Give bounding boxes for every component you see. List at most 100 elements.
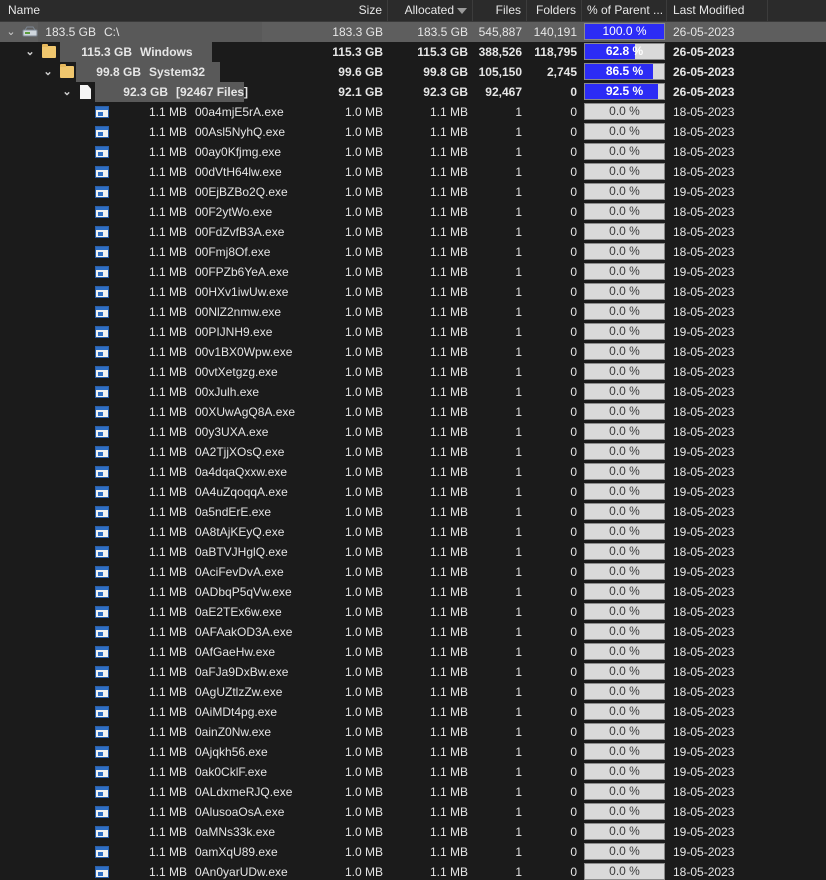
file-row[interactable]: 1.1 MB 00HXv1iwUw.exe 1.0 MB 1.1 MB 1 0 0.0 % 1… — [0, 282, 826, 302]
node-label: 115.3 GB Windows — [60, 42, 212, 62]
exe-icon — [95, 826, 109, 838]
pct-bar-text: 0.0 % — [609, 644, 640, 658]
file-row[interactable]: 1.1 MB 00a4mjE5rA.exe 1.0 MB 1.1 MB 1 0 0.0 % 1… — [0, 102, 826, 122]
column-header-folders[interactable]: Folders — [527, 0, 582, 21]
files-cell: 1 — [515, 425, 522, 439]
column-header-files[interactable]: Files — [473, 0, 527, 21]
folder-icon — [42, 44, 56, 58]
file-row[interactable]: 1.1 MB 0AfGaeHw.exe 1.0 MB 1.1 MB 1 0 0.0 % 18-… — [0, 642, 826, 662]
file-row[interactable]: 1.1 MB 00PIJNH9.exe 1.0 MB 1.1 MB 1 0 0.0 % 19-… — [0, 322, 826, 342]
file-row[interactable]: 1.1 MB 0A2TjjXOsQ.exe 1.0 MB 1.1 MB 1 0 0.0 % 1… — [0, 442, 826, 462]
column-header-size[interactable]: Size — [262, 0, 388, 21]
column-header-allocated[interactable]: Allocated — [388, 0, 473, 21]
size-cell: 1.0 MB — [344, 225, 383, 239]
folders-cell: 0 — [570, 565, 577, 579]
file-row[interactable]: 1.1 MB 00xJulh.exe 1.0 MB 1.1 MB 1 0 0.0 % 18-0… — [0, 382, 826, 402]
pct-of-parent-bar: 0.0 % — [584, 503, 665, 520]
file-row[interactable]: 1.1 MB 0a4dqaQxxw.exe 1.0 MB 1.1 MB 1 0 0.0 % 1… — [0, 462, 826, 482]
pct-bar-text: 0.0 % — [609, 224, 640, 238]
files-cell: 1 — [515, 305, 522, 319]
file-row[interactable]: 1.1 MB 0AiMDt4pg.exe 1.0 MB 1.1 MB 1 0 0.0 % 18… — [0, 702, 826, 722]
file-row[interactable]: 1.1 MB 0A8tAjKEyQ.exe 1.0 MB 1.1 MB 1 0 0.0 % 1… — [0, 522, 826, 542]
allocated-cell: 1.1 MB — [429, 205, 468, 219]
last-modified-cell: 19-05-2023 — [673, 745, 735, 759]
node-label-size: 1.1 MB — [148, 285, 187, 299]
column-header-last-modified[interactable]: Last Modified — [667, 0, 768, 21]
file-row[interactable]: 1.1 MB 0AciFevDvA.exe 1.0 MB 1.1 MB 1 0 0.0 % 1… — [0, 562, 826, 582]
files-cell: 1 — [515, 625, 522, 639]
file-row[interactable]: 1.1 MB 0An0yarUDw.exe 1.0 MB 1.1 MB 1 0 0.0 % 1… — [0, 862, 826, 880]
file-row[interactable]: 1.1 MB 0a5ndErE.exe 1.0 MB 1.1 MB 1 0 0.0 % 18-… — [0, 502, 826, 522]
allocated-cell: 1.1 MB — [429, 545, 468, 559]
files-cell: 545,887 — [478, 25, 522, 39]
file-row[interactable]: 1.1 MB 00v1BX0Wpw.exe 1.0 MB 1.1 MB 1 0 0.0 % 1… — [0, 342, 826, 362]
size-cell: 1.0 MB — [344, 585, 383, 599]
column-header-name[interactable]: Name — [0, 0, 262, 21]
chevron-down-icon[interactable]: ⌄ — [61, 82, 73, 102]
node-label-name: 00F2ytWo.exe — [195, 205, 273, 219]
file-row[interactable]: 1.1 MB 00XUwAgQ8A.exe 1.0 MB 1.1 MB 1 0 0.0 % 1… — [0, 402, 826, 422]
file-row[interactable]: 1.1 MB 00FPZb6YeA.exe 1.0 MB 1.1 MB 1 0 0.0 % 1… — [0, 262, 826, 282]
file-row[interactable]: 1.1 MB 00dVtH64lw.exe 1.0 MB 1.1 MB 1 0 0.0 % 1… — [0, 162, 826, 182]
folders-cell: 0 — [570, 485, 577, 499]
file-row[interactable]: 1.1 MB 0aFJa9DxBw.exe 1.0 MB 1.1 MB 1 0 0.0 % 1… — [0, 662, 826, 682]
file-row[interactable]: 1.1 MB 0AgUZtlzZw.exe 1.0 MB 1.1 MB 1 0 0.0 % 1… — [0, 682, 826, 702]
file-row[interactable]: 1.1 MB 0A4uZqoqqA.exe 1.0 MB 1.1 MB 1 0 0.0 % 1… — [0, 482, 826, 502]
file-row[interactable]: 1.1 MB 00y3UXA.exe 1.0 MB 1.1 MB 1 0 0.0 % 18-0… — [0, 422, 826, 442]
pct-of-parent-bar: 0.0 % — [584, 563, 665, 580]
node-label-size: 1.1 MB — [148, 325, 187, 339]
file-row[interactable]: 1.1 MB 00NlZ2nmw.exe 1.0 MB 1.1 MB 1 0 0.0 % 18… — [0, 302, 826, 322]
pct-bar-text: 0.0 % — [609, 424, 640, 438]
files-cell: 388,526 — [478, 45, 522, 59]
file-row[interactable]: 1.1 MB 0Ajqkh56.exe 1.0 MB 1.1 MB 1 0 0.0 % 19-… — [0, 742, 826, 762]
pct-bar-text: 62.8 % — [605, 44, 644, 58]
folders-cell: 0 — [570, 225, 577, 239]
file-row[interactable]: 1.1 MB 00Fmj8Of.exe 1.0 MB 1.1 MB 1 0 0.0 % 18-… — [0, 242, 826, 262]
allocated-cell: 92.3 GB — [423, 85, 468, 99]
pct-of-parent-bar: 0.0 % — [584, 483, 665, 500]
size-cell: 115.3 GB — [332, 45, 383, 59]
file-row[interactable]: 1.1 MB 0aMNs33k.exe 1.0 MB 1.1 MB 1 0 0.0 % 19-… — [0, 822, 826, 842]
file-row[interactable]: 1.1 MB 0aBTVJHglQ.exe 1.0 MB 1.1 MB 1 0 0.0 % 1… — [0, 542, 826, 562]
chevron-down-icon[interactable]: ⌄ — [5, 22, 17, 42]
file-row[interactable]: 1.1 MB 00EjBZBo2Q.exe 1.0 MB 1.1 MB 1 0 0.0 % 1… — [0, 182, 826, 202]
file-row[interactable]: 1.1 MB 0ADbqP5qVw.exe 1.0 MB 1.1 MB 1 0 0.0 % 1… — [0, 582, 826, 602]
node-label-name: 00PIJNH9.exe — [195, 325, 273, 339]
file-row[interactable]: 1.1 MB 00ay0Kfjmg.exe 1.0 MB 1.1 MB 1 0 0.0 % 1… — [0, 142, 826, 162]
file-row[interactable]: 1.1 MB 00FdZvfB3A.exe 1.0 MB 1.1 MB 1 0 0.0 % 1… — [0, 222, 826, 242]
file-row[interactable]: 1.1 MB 0ALdxmeRJQ.exe 1.0 MB 1.1 MB 1 0 0.0 % 1… — [0, 782, 826, 802]
folders-cell: 0 — [570, 325, 577, 339]
pct-of-parent-bar: 0.0 % — [584, 343, 665, 360]
allocated-cell: 1.1 MB — [429, 125, 468, 139]
last-modified-cell: 19-05-2023 — [673, 325, 735, 339]
node-label: 1.1 MB 0a5ndErE.exe — [115, 502, 277, 522]
pct-of-parent-bar: 0.0 % — [584, 583, 665, 600]
file-row[interactable]: 1.1 MB 0amXqU89.exe 1.0 MB 1.1 MB 1 0 0.0 % 19-… — [0, 842, 826, 862]
size-cell: 1.0 MB — [344, 605, 383, 619]
folders-cell: 0 — [570, 425, 577, 439]
file-row[interactable]: 1.1 MB 0AFAakOD3A.exe 1.0 MB 1.1 MB 1 0 0.0 % 1… — [0, 622, 826, 642]
size-cell: 1.0 MB — [344, 305, 383, 319]
folder-row[interactable]: ⌄ 99.8 GB System32 99.6 GB 99.8 GB 105,150 2,7… — [0, 62, 826, 82]
file-row[interactable]: 1.1 MB 00F2ytWo.exe 1.0 MB 1.1 MB 1 0 0.0 % 18-… — [0, 202, 826, 222]
node-label-size: 1.1 MB — [148, 525, 187, 539]
drive-row[interactable]: ⌄ 183.5 GB C:\ 183.3 GB 183.5 GB 545,887 140,1… — [0, 22, 826, 42]
column-header-pct-parent[interactable]: % of Parent ... — [582, 0, 667, 21]
pct-bar-text: 0.0 % — [609, 584, 640, 598]
pct-bar-text: 0.0 % — [609, 484, 640, 498]
pct-bar-text: 0.0 % — [609, 144, 640, 158]
file-row[interactable]: 1.1 MB 0ak0CklF.exe 1.0 MB 1.1 MB 1 0 0.0 % 19-… — [0, 762, 826, 782]
file-row[interactable]: 1.1 MB 0ainZ0Nw.exe 1.0 MB 1.1 MB 1 0 0.0 % 18-… — [0, 722, 826, 742]
file-row[interactable]: 1.1 MB 00vtXetgzg.exe 1.0 MB 1.1 MB 1 0 0.0 % 1… — [0, 362, 826, 382]
last-modified-cell: 18-05-2023 — [673, 285, 735, 299]
allocated-cell: 1.1 MB — [429, 705, 468, 719]
file-row[interactable]: 1.1 MB 0AlusoaOsA.exe 1.0 MB 1.1 MB 1 0 0.0 % 1… — [0, 802, 826, 822]
file-row[interactable]: 1.1 MB 0aE2TEx6w.exe 1.0 MB 1.1 MB 1 0 0.0 % 18… — [0, 602, 826, 622]
chevron-down-icon[interactable]: ⌄ — [24, 42, 36, 62]
pct-of-parent-bar: 0.0 % — [584, 403, 665, 420]
files-cell: 1 — [515, 105, 522, 119]
file-row[interactable]: 1.1 MB 00Asl5NyhQ.exe 1.0 MB 1.1 MB 1 0 0.0 % 1… — [0, 122, 826, 142]
chevron-down-icon[interactable]: ⌄ — [42, 62, 54, 82]
files-group-row[interactable]: ⌄ 92.3 GB [92467 Files] 92.1 GB 92.3 GB 92,46… — [0, 82, 826, 102]
folder-row[interactable]: ⌄ 115.3 GB Windows 115.3 GB 115.3 GB 388,526 1… — [0, 42, 826, 62]
